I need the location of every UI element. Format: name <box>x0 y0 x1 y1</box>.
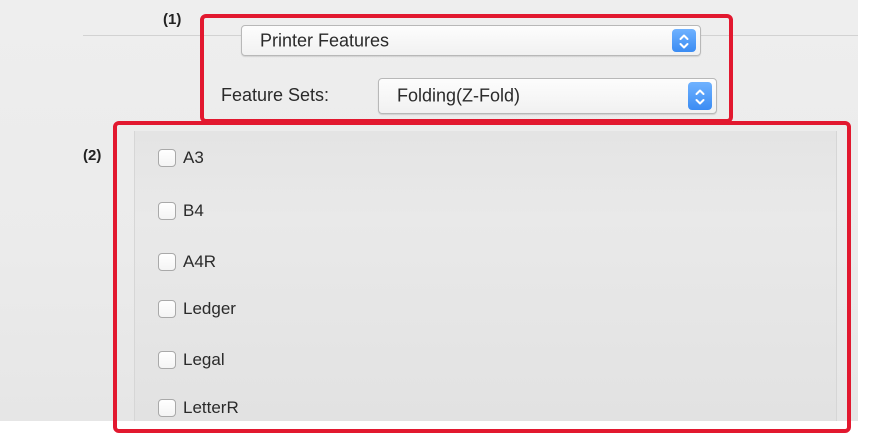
callout-label-1: (1) <box>163 11 182 28</box>
highlight-box-1 <box>200 14 733 123</box>
page-margin <box>858 0 869 421</box>
callout-label-2: (2) <box>83 147 102 164</box>
highlight-box-2 <box>113 121 851 433</box>
